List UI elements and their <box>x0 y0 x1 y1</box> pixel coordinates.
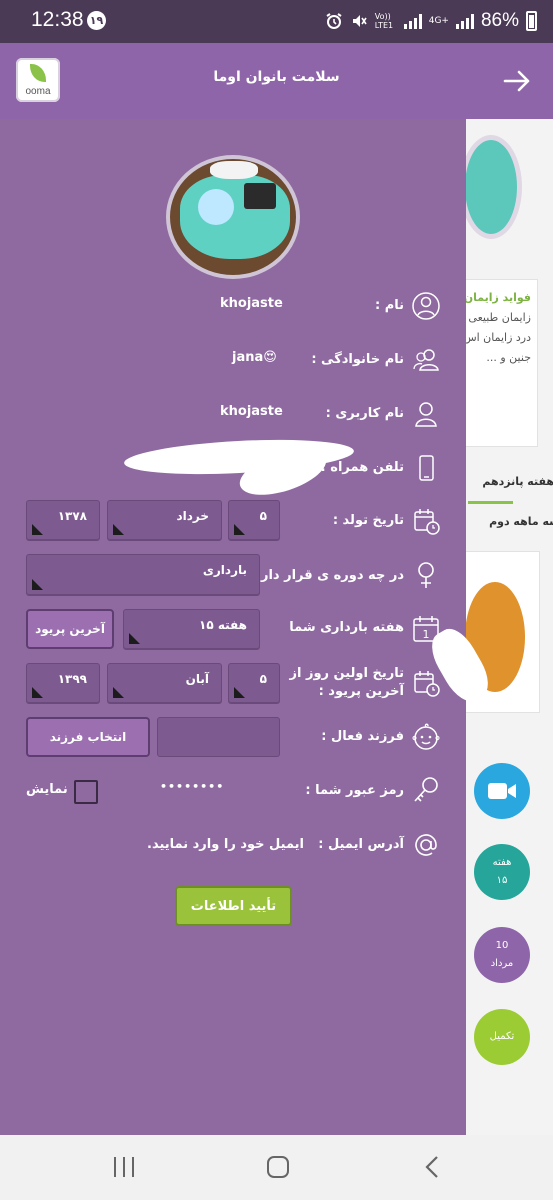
signal-icon-2 <box>455 13 474 29</box>
phone-label: تلفن همراه : <box>320 460 404 475</box>
background-article-card[interactable]: فواید زایمان زایمان طبیعی درد زایمان اس … <box>466 279 538 447</box>
birth-date-label: تاریخ تولد : <box>332 513 404 528</box>
name-label: نام : <box>374 298 404 313</box>
clock: 12:38 <box>31 8 84 31</box>
username-value[interactable]: khojaste <box>220 404 283 419</box>
pregnancy-week-select[interactable]: هفته ۱۵ <box>123 609 260 650</box>
mobile-phone-icon <box>419 455 434 481</box>
alarm-icon <box>326 13 342 29</box>
signal-icon <box>403 13 422 29</box>
battery-icon <box>526 11 537 31</box>
calendar-clock-icon <box>414 671 440 697</box>
at-sign-icon <box>415 834 437 856</box>
profile-drawer: نام : khojaste نام خانوادگی : jana😍 نام … <box>0 119 497 1135</box>
video-camera-icon[interactable] <box>474 763 530 819</box>
home-icon[interactable] <box>265 1155 291 1179</box>
last-period-button[interactable]: آخرین پریود <box>26 609 114 649</box>
background-week-circle[interactable]: هفته ۱۵ <box>474 844 530 900</box>
username-label: نام کاربری : <box>325 406 404 421</box>
app-bar: ooma سلامت بانوان اوما <box>0 43 553 119</box>
name-value[interactable]: khojaste <box>220 296 283 311</box>
birth-day-select[interactable]: ۵ <box>228 500 280 541</box>
background-month-heading: سه ماهه دوم <box>489 515 553 528</box>
logo-text: ooma <box>25 86 51 97</box>
last-period-month-select[interactable]: آبان <box>107 663 222 704</box>
user-icon <box>415 402 437 427</box>
battery-percent: 86% <box>480 10 519 31</box>
family-label: نام خانوادگی : <box>311 352 404 367</box>
notification-badge: ۱۹ <box>87 11 106 30</box>
back-arrow-icon[interactable] <box>501 65 533 97</box>
key-icon <box>414 777 438 802</box>
background-page: فواید زایمان زایمان طبیعی درد زایمان اس … <box>466 119 553 1135</box>
period-select[interactable]: بارداری <box>26 554 260 596</box>
app-title: سلامت بانوان اوما <box>213 69 340 85</box>
password-label: رمز عبور شما : <box>305 783 404 798</box>
background-avatar <box>466 135 522 239</box>
status-icons: Vo)) LTE1 4G+ 86% <box>325 9 537 33</box>
network-label: Vo)) LTE1 <box>374 12 394 30</box>
status-bar: 12:38 ۱۹ Vo)) LTE1 4G+ 86% <box>0 0 553 43</box>
female-symbol-icon <box>418 562 434 588</box>
baby-face-icon <box>412 723 440 750</box>
birth-year-select[interactable]: ۱۳۷۸ <box>26 500 100 541</box>
last-period-label: تاریخ اولین روز از آخرین پریود : <box>289 666 405 699</box>
period-label: در چه دوره ی قرار دارید؟ <box>241 568 404 583</box>
svg-text:1: 1 <box>423 628 430 641</box>
show-password-label: نمایش <box>26 782 68 797</box>
pregnancy-week-label: هفته بارداری شما <box>289 620 404 635</box>
background-week-underline <box>468 501 513 504</box>
background-complete-circle[interactable]: تکمیل <box>474 1009 530 1065</box>
email-input[interactable]: ایمیل خود را وارد نمایید. <box>147 837 304 852</box>
background-date-circle[interactable]: 10 مرداد <box>474 927 530 983</box>
active-child-label: فرزند فعال : <box>321 729 404 744</box>
profile-avatar[interactable] <box>166 155 300 279</box>
users-icon <box>413 349 439 371</box>
birth-month-select[interactable]: خرداد <box>107 500 222 541</box>
active-child-field[interactable] <box>157 717 280 757</box>
system-nav-bar <box>0 1135 553 1200</box>
confirm-button[interactable]: تأیید اطلاعات <box>175 886 292 926</box>
back-icon[interactable] <box>420 1155 446 1179</box>
calendar-icon <box>414 509 440 535</box>
mute-icon <box>352 15 367 27</box>
password-value[interactable]: •••••••• <box>160 780 224 793</box>
data-type-label: 4G+ <box>428 16 449 26</box>
show-password-checkbox[interactable] <box>74 780 98 804</box>
email-label: آدرس ایمیل : <box>318 837 404 852</box>
family-value[interactable]: jana😍 <box>232 350 277 365</box>
last-period-day-select[interactable]: ۵ <box>228 663 280 704</box>
last-period-year-select[interactable]: ۱۳۹۹ <box>26 663 100 704</box>
choose-child-button[interactable]: انتخاب فرزند <box>26 717 150 757</box>
recent-apps-icon[interactable] <box>111 1155 137 1179</box>
user-circle-icon <box>412 292 440 320</box>
